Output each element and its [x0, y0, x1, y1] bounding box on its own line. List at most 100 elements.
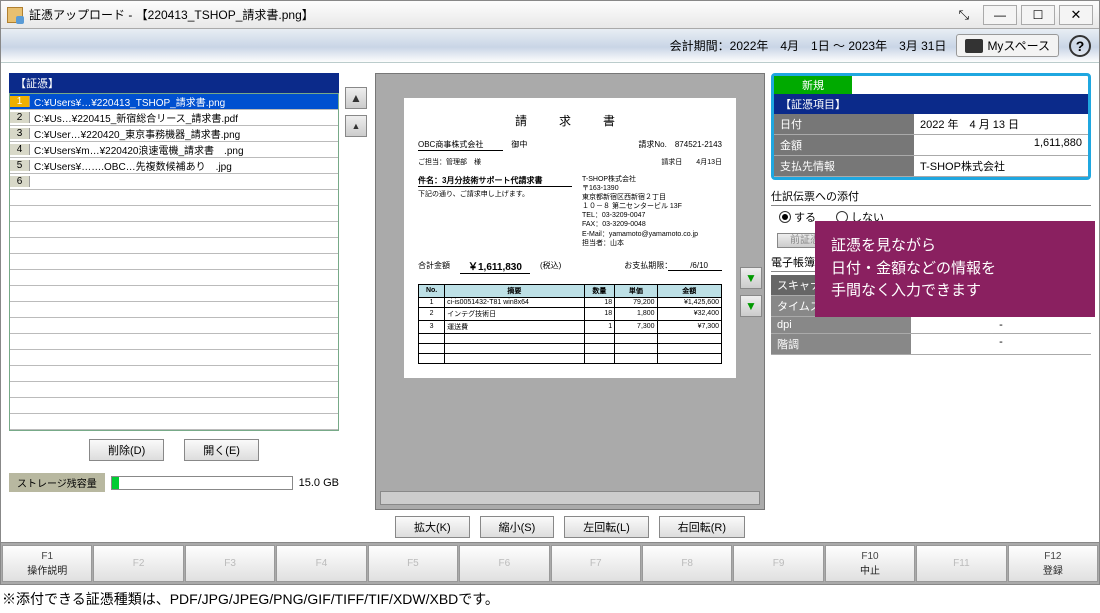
doc-onchu: 御中: [511, 140, 527, 149]
preview-hscrollbar[interactable]: [380, 491, 760, 505]
doc-title: 請 求 書: [418, 112, 722, 129]
file-row-empty: [10, 334, 338, 350]
app-icon: [7, 7, 23, 23]
app-window: 証憑アップロード - 【220413_TSHOP_請求書.png】 ⤡ — ☐ …: [0, 0, 1100, 585]
file-list-panel: 【証憑】 1 C:¥Users¥…¥220413_TSHOP_請求書.png 2…: [9, 73, 339, 538]
file-row-empty: [10, 190, 338, 206]
fkey-f1[interactable]: F1操作説明: [2, 545, 92, 582]
attach-yes-radio[interactable]: する: [779, 209, 816, 225]
doc-person: 担当者：山本: [582, 239, 722, 248]
help-button[interactable]: ?: [1069, 35, 1091, 57]
doc-addr1: 東京都新宿区西新宿２丁目: [582, 193, 722, 202]
doc-total: ￥1,611,830: [460, 258, 530, 274]
storage-label: ストレージ残容量: [9, 473, 105, 492]
doc-invno-label: 請求No.: [638, 140, 666, 149]
doc-subject: 件名：3月分技術サポート代請求書: [418, 175, 572, 187]
move-top-button[interactable]: ▲: [345, 87, 367, 109]
zoom-out-button[interactable]: 縮小(S): [480, 516, 555, 538]
doc-invno: 874521-2143: [675, 140, 722, 149]
fkey-f4[interactable]: F4: [276, 545, 366, 582]
preview-bottom-button[interactable]: ▼: [740, 295, 762, 317]
file-row-num: 3: [10, 128, 30, 139]
fkey-f2[interactable]: F2: [93, 545, 183, 582]
file-row-empty: [10, 398, 338, 414]
minimize-button[interactable]: —: [983, 5, 1017, 25]
maximize-button[interactable]: ☐: [1021, 5, 1055, 25]
callout-line: 日付・金額などの情報を: [831, 258, 1079, 281]
file-list[interactable]: 1 C:¥Users¥…¥220413_TSHOP_請求書.png 2 C:¥U…: [9, 93, 339, 431]
collapse-icon[interactable]: ⤡: [959, 7, 969, 23]
fkey-f12[interactable]: F12登録: [1008, 545, 1098, 582]
fields-header: 【証憑項目】: [774, 94, 1088, 114]
rotate-right-button[interactable]: 右回転(R): [659, 516, 745, 538]
fields-panel: 新規 【証憑項目】 日付 2022 年 4 月 13 日 金額 1,611,88…: [771, 73, 1091, 538]
fkey-f10[interactable]: F10中止: [825, 545, 915, 582]
fkey-f3[interactable]: F3: [185, 545, 275, 582]
ebook-label: dpi: [771, 317, 911, 333]
ebook-val: -: [911, 317, 1091, 333]
th: 単価: [615, 284, 657, 297]
window-title: 証憑アップロード - 【220413_TSHOP_請求書.png】: [29, 6, 314, 23]
preview-down-button[interactable]: ▼: [740, 267, 762, 289]
file-row[interactable]: 6: [10, 174, 338, 190]
file-row-empty: [10, 222, 338, 238]
doc-date: 4月13日: [689, 159, 722, 166]
file-row-path: C:¥Users¥…¥220413_TSHOP_請求書.png: [30, 94, 225, 109]
payee-label: 支払先情報: [774, 156, 914, 176]
file-row-path: C:¥Us…¥220415_新宿総合リース_請求書.pdf: [30, 110, 238, 125]
ebook-val: -: [911, 334, 1091, 354]
file-row-num: 1: [10, 96, 30, 107]
th: 数量: [584, 284, 615, 297]
payee-input[interactable]: T-SHOP株式会社: [914, 156, 1088, 176]
header-bar: 会計期間：2022年 4月 1日 ～ 2023年 3月 31日 Myスペース ?: [1, 29, 1099, 63]
file-row[interactable]: 1 C:¥Users¥…¥220413_TSHOP_請求書.png: [10, 94, 338, 110]
amount-input[interactable]: 1,611,880: [914, 135, 1088, 155]
move-up-button[interactable]: ▲: [345, 115, 367, 137]
file-row-num: 4: [10, 144, 30, 155]
file-row-path: C:¥Users¥m…¥220420浪速電機_請求書 .png: [30, 142, 244, 157]
doc-line-table: No. 摘要 数量 単価 金額 1ci-is0051432-T81 win8x6…: [418, 284, 722, 364]
file-row[interactable]: 2 C:¥Us…¥220415_新宿総合リース_請求書.pdf: [10, 110, 338, 126]
fkey-f8[interactable]: F8: [642, 545, 732, 582]
file-row-num: 2: [10, 112, 30, 123]
fkey-f11[interactable]: F11: [916, 545, 1006, 582]
payee-field-row: 支払先情報 T-SHOP株式会社: [774, 156, 1088, 177]
fkey-f6[interactable]: F6: [459, 545, 549, 582]
file-row-empty: [10, 286, 338, 302]
fkey-f5[interactable]: F5: [368, 545, 458, 582]
doc-paydate: /6/10: [668, 261, 722, 271]
file-row-empty: [10, 414, 338, 430]
file-row-empty: [10, 318, 338, 334]
file-row-path: C:¥Users¥…….OBC…先複数候補あり .jpg: [30, 158, 232, 173]
date-label: 日付: [774, 114, 914, 134]
th: 金額: [657, 284, 721, 297]
fkey-f9[interactable]: F9: [733, 545, 823, 582]
storage-indicator: ストレージ残容量 15.0 GB: [9, 473, 339, 492]
file-row-path: C:¥User…¥220420_東京事務機器_請求書.png: [30, 126, 240, 141]
delete-button[interactable]: 削除(D): [89, 439, 164, 461]
rotate-left-button[interactable]: 左回転(L): [564, 516, 648, 538]
open-button[interactable]: 開く(E): [184, 439, 259, 461]
doc-company: OBC商事株式会社: [418, 139, 503, 151]
doc-supplier: T-SHOP株式会社: [582, 175, 722, 184]
close-button[interactable]: ✕: [1059, 5, 1093, 25]
footnote: ※添付できる証憑種類は、PDF/JPG/JPEG/PNG/GIF/TIFF/TI…: [0, 585, 1100, 613]
preview-viewport[interactable]: 請 求 書 OBC商事株式会社 御中 請求No. 874521-2143 ご担当…: [375, 73, 765, 510]
radio-label: する: [794, 209, 816, 225]
date-input[interactable]: 2022 年 4 月 13 日: [914, 114, 1088, 134]
file-row[interactable]: 5 C:¥Users¥…….OBC…先複数候補あり .jpg: [10, 158, 338, 174]
titlebar: 証憑アップロード - 【220413_TSHOP_請求書.png】 ⤡ — ☐ …: [1, 1, 1099, 29]
file-row-empty: [10, 254, 338, 270]
file-row-num: 5: [10, 160, 30, 171]
zoom-in-button[interactable]: 拡大(K): [395, 516, 470, 538]
myspace-button[interactable]: Myスペース: [956, 34, 1059, 57]
doc-paydate-label: お支払期限：: [624, 261, 668, 270]
file-row[interactable]: 3 C:¥User…¥220420_東京事務機器_請求書.png: [10, 126, 338, 142]
amount-field-row: 金額 1,611,880: [774, 135, 1088, 156]
doc-total-label: 合計金額: [418, 260, 450, 271]
file-row-empty: [10, 366, 338, 382]
callout-line: 証憑を見ながら: [831, 235, 1079, 258]
fkey-f7[interactable]: F7: [551, 545, 641, 582]
attach-title: 仕訳伝票への添付: [771, 188, 1091, 206]
file-row[interactable]: 4 C:¥Users¥m…¥220420浪速電機_請求書 .png: [10, 142, 338, 158]
